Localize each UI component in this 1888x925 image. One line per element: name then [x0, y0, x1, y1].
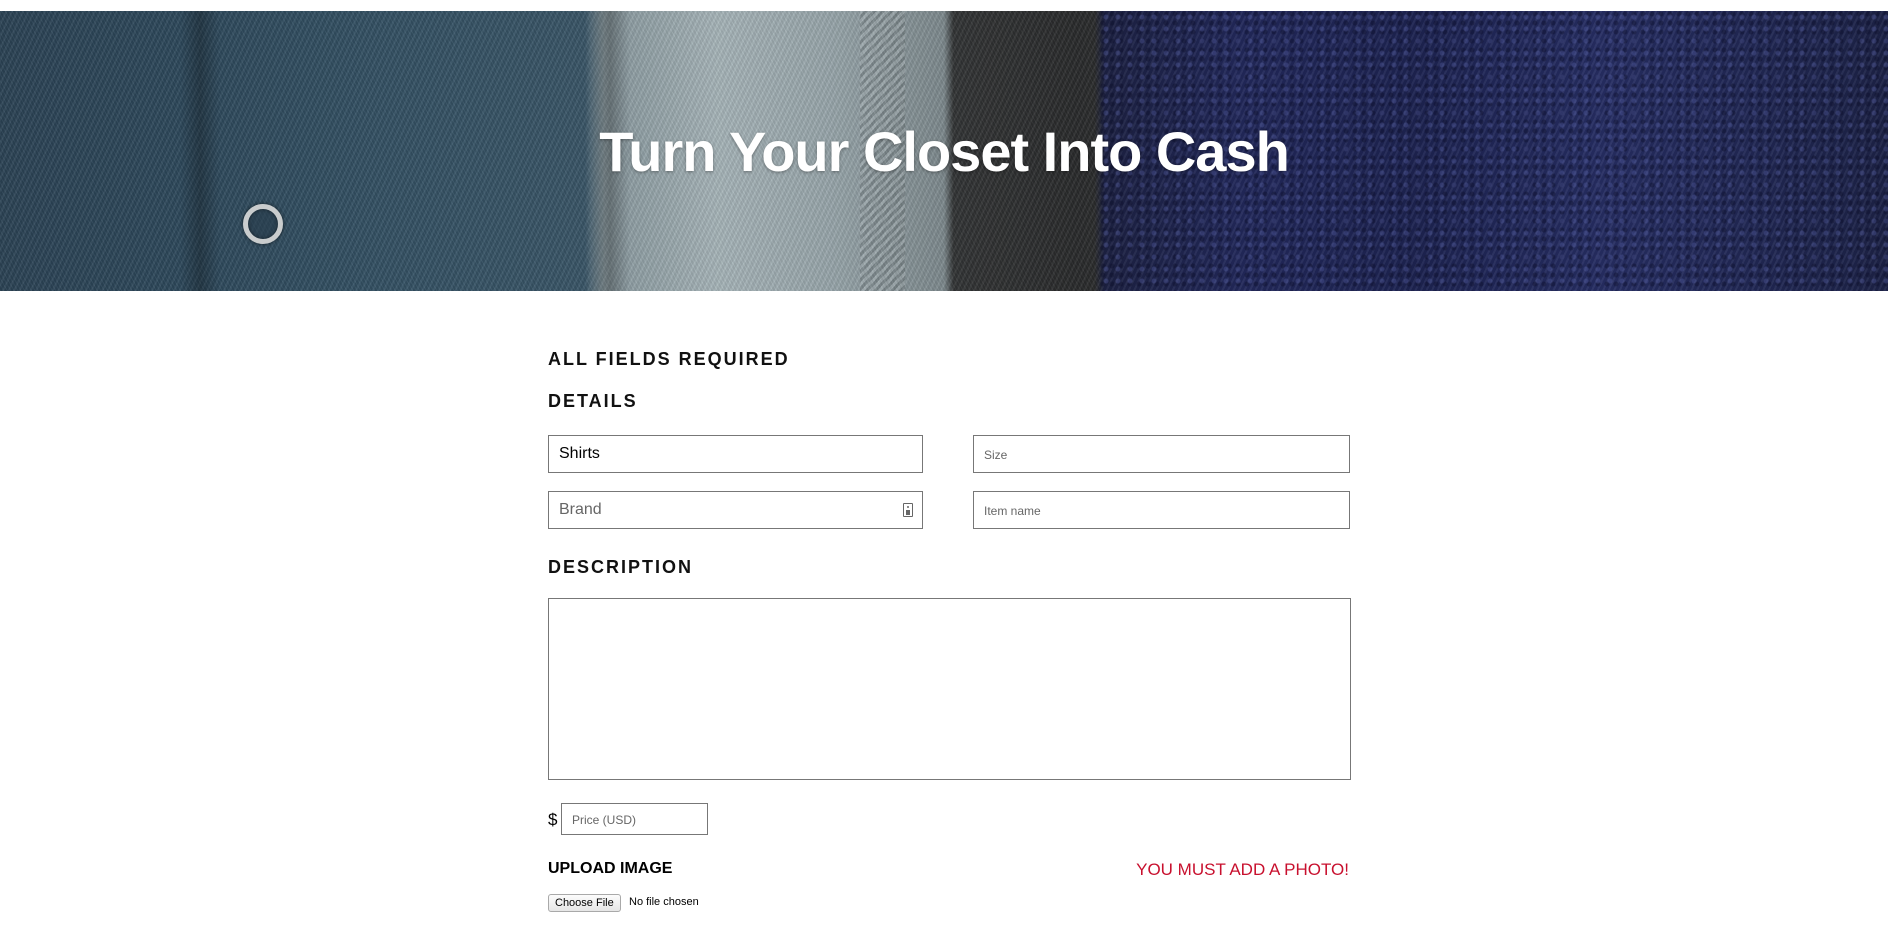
hero-title: Turn Your Closet Into Cash: [599, 120, 1290, 183]
photo-warning: YOU MUST ADD A PHOTO!: [1136, 860, 1349, 879]
file-status: No file chosen: [629, 896, 699, 908]
brand-placeholder: Brand: [559, 501, 602, 518]
required-note: ALL FIELDS REQUIRED: [548, 349, 790, 369]
size-placeholder: Size: [984, 448, 1008, 462]
choose-file-button[interactable]: Choose File: [548, 894, 621, 912]
currency-symbol: $: [548, 810, 558, 829]
hero-banner: Turn Your Closet Into Cash: [0, 11, 1888, 291]
size-field[interactable]: Size: [973, 435, 1350, 473]
description-heading: DESCRIPTION: [548, 557, 694, 577]
top-strip: [0, 0, 1888, 11]
description-textarea[interactable]: [548, 598, 1351, 780]
price-input[interactable]: Price (USD): [561, 803, 708, 835]
category-field[interactable]: Shirts: [548, 435, 923, 473]
snap-button-image: [243, 204, 283, 244]
item-name-placeholder: Item name: [984, 504, 1041, 518]
price-placeholder: Price (USD): [572, 813, 637, 827]
brand-field[interactable]: Brand: [548, 491, 923, 529]
autofill-contact-icon[interactable]: [903, 503, 913, 517]
details-heading: DETAILS: [548, 391, 638, 411]
category-value: Shirts: [559, 445, 600, 462]
upload-image-heading: UPLOAD IMAGE: [548, 860, 673, 877]
item-name-field[interactable]: Item name: [973, 491, 1350, 529]
